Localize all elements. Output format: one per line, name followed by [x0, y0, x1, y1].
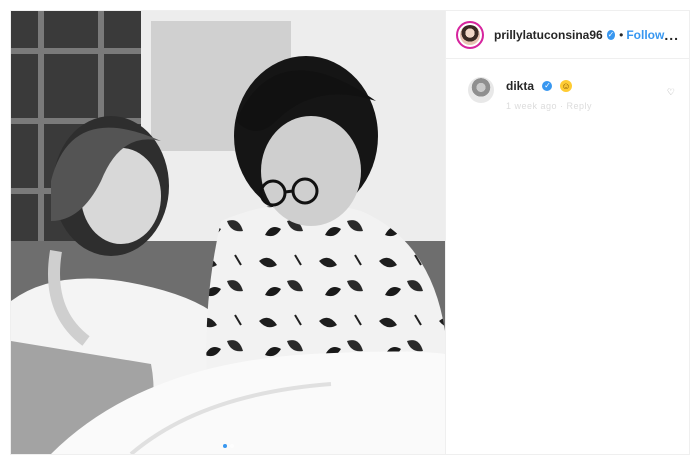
follow-button[interactable]: Follow — [626, 28, 664, 42]
like-comment-heart-icon[interactable]: ♡ — [667, 87, 675, 98]
separator-dot: • — [619, 27, 624, 42]
post-photo[interactable] — [11, 11, 445, 454]
smiling-face-emoji-icon: ☺ — [559, 79, 572, 92]
commenter-avatar[interactable] — [468, 77, 494, 103]
more-options-icon[interactable]: ... — [664, 27, 679, 43]
post-header: prillylatuconsina96 ✓ • Follow ... — [446, 11, 689, 59]
carousel-dot-active — [222, 444, 227, 448]
commenter-username[interactable]: dikta — [506, 79, 534, 93]
verified-badge-icon: ✓ — [606, 29, 616, 40]
verified-badge-icon: ✓ — [542, 80, 553, 91]
photo-image — [11, 11, 445, 454]
carousel-indicator — [11, 444, 445, 448]
carousel-dot — [229, 444, 234, 448]
comment-meta: 1 week ago · Reply — [506, 101, 593, 111]
author-username[interactable]: prillylatuconsina96 — [494, 28, 603, 42]
author-avatar[interactable] — [456, 20, 484, 49]
comment-body: dikta ✓ ☺ 1 week ago · Reply — [506, 77, 592, 111]
comment-item: dikta ✓ ☺ 1 week ago · Reply ♡ — [446, 59, 689, 111]
instagram-post: prillylatuconsina96 ✓ • Follow ... dikta… — [10, 10, 690, 455]
post-sidebar: prillylatuconsina96 ✓ • Follow ... dikta… — [445, 11, 689, 454]
